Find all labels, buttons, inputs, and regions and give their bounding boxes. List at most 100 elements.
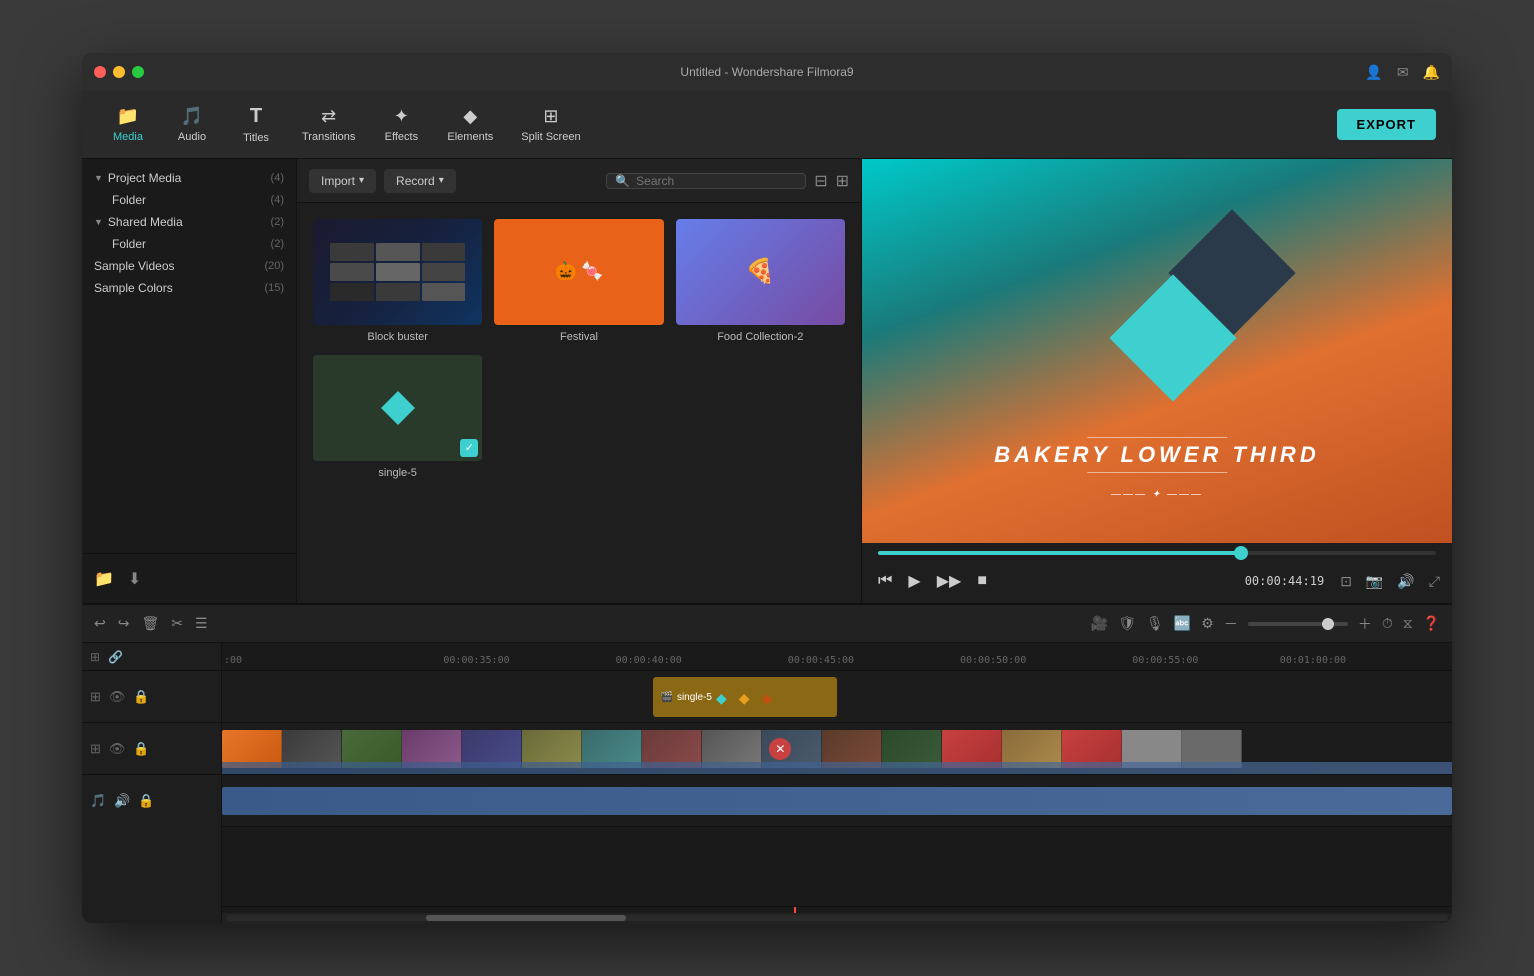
delete-icon[interactable]: 🗑 (141, 615, 159, 632)
transitions-icon: ⇄ (321, 106, 336, 127)
media-browser: Import ▾ Record ▾ 🔍 ⊟ ⊞ (297, 159, 862, 603)
scissors-icon[interactable]: ✂ (171, 615, 183, 632)
tree-item-folder-2[interactable]: Folder (2) (82, 233, 296, 255)
tree-item-project-media[interactable]: ▼ Project Media (4) (82, 167, 296, 189)
toolbar-item-transitions[interactable]: ⇄ Transitions (290, 98, 367, 151)
tree-item-shared-media[interactable]: ▼ Shared Media (2) (82, 211, 296, 233)
duration-icon[interactable]: ⏱ (1382, 615, 1393, 632)
import-arrow: ▾ (359, 175, 364, 186)
shield-icon[interactable]: 🛡 (1118, 615, 1136, 632)
grid-icon[interactable]: ⊞ (836, 171, 849, 191)
search-input[interactable] (636, 174, 797, 188)
toolbar-item-titles[interactable]: T Titles (226, 97, 286, 152)
media-item-blockbuster[interactable]: Block buster (313, 219, 482, 343)
lock-icon[interactable]: 🔒 (133, 689, 149, 705)
play-button[interactable]: ▶ (904, 567, 924, 595)
tree-item-sample-colors[interactable]: Sample Colors (15) (82, 277, 296, 299)
motion-clip-single5[interactable]: 🎬 single-5 ◆ ◆ ◆ (653, 677, 838, 717)
video-track-icon: ⊞ (90, 741, 101, 757)
snap-icon[interactable]: ⊞ (90, 650, 100, 664)
skip-back-button[interactable]: ⏮ (874, 568, 896, 594)
speaker-icon[interactable]: 🔊 (114, 793, 130, 809)
scrollbar-track[interactable] (226, 915, 1448, 921)
zoom-thumb (1322, 618, 1334, 630)
filter-icon[interactable]: ⊟ (814, 171, 827, 191)
minus-icon[interactable]: － (1224, 614, 1238, 634)
chevron-icon: ▼ (94, 217, 103, 227)
audio-track (222, 775, 1452, 827)
fullscreen-icon[interactable]: ⊡ (1340, 573, 1352, 590)
export-button[interactable]: EXPORT (1337, 109, 1436, 140)
track-header-snap: ⊞ 🔗 (82, 643, 221, 671)
mic-icon[interactable]: 🎙 (1146, 615, 1164, 632)
media-toolbar: Import ▾ Record ▾ 🔍 ⊟ ⊞ (297, 159, 861, 203)
captions-icon[interactable]: 🔤 (1174, 615, 1191, 632)
import-icon[interactable]: ⬇ (128, 569, 141, 589)
track-header-motion: ⊞ 👁 🔒 (82, 671, 221, 723)
media-item-food[interactable]: 🍕 Food Collection-2 (676, 219, 845, 343)
minimize-button[interactable] (113, 66, 125, 78)
window-controls[interactable] (94, 66, 144, 78)
link-icon[interactable]: 🔗 (108, 650, 123, 664)
elements-label: Elements (447, 131, 493, 143)
toolbar-item-audio[interactable]: 🎵 Audio (162, 98, 222, 151)
tree-item-folder-1[interactable]: Folder (4) (82, 189, 296, 211)
motion-clip-controls: ◆ ◆ ◆ (716, 690, 772, 707)
plus-icon[interactable]: ＋ (1358, 614, 1372, 634)
transitions-label: Transitions (302, 131, 355, 143)
food-thumb: 🍕 (676, 219, 845, 325)
titles-label: Titles (243, 132, 269, 144)
scrollbar-thumb[interactable] (426, 915, 626, 921)
scrubber-thumb[interactable] (1234, 546, 1248, 560)
elements-icon: ◆ (463, 106, 477, 127)
timeline-content: ⊞ 🔗 ⊞ 👁 🔒 ⊞ 👁 🔒 🎵 🔊 🔒 (82, 643, 1452, 923)
search-box[interactable]: 🔍 (606, 173, 806, 189)
toolbar-item-splitscreen[interactable]: ⊞ Split Screen (509, 98, 592, 151)
stop-button[interactable]: ■ (973, 568, 991, 594)
settings-icon[interactable]: ⚙ (1201, 615, 1214, 632)
food-label: Food Collection-2 (676, 331, 845, 343)
media-tree: ▼ Project Media (4) Folder (4) ▼ Shared … (82, 159, 296, 553)
check-mark: ✓ (460, 439, 478, 457)
ruler-label-55: 00:00:55:00 (1132, 655, 1198, 666)
timeline-scrollbar[interactable] (222, 913, 1452, 923)
toolbar-item-effects[interactable]: ✦ Effects (371, 98, 431, 151)
media-icon: 📁 (117, 106, 139, 127)
record-label: Record (396, 174, 435, 188)
motion-clip-icon: 🎬 (661, 692, 673, 703)
lock2-icon[interactable]: 🔒 (133, 741, 149, 757)
media-item-single5[interactable]: ✓ single-5 (313, 355, 482, 479)
timeline-toolbar: ↩ ↪ 🗑 ✂ ☰ 🎥 🛡 🎙 🔤 ⚙ － ＋ ⏱ ⧖ ❓ (82, 605, 1452, 643)
redo-icon[interactable]: ↪ (118, 615, 130, 632)
keyframe-icon[interactable]: ⧖ (1403, 615, 1413, 632)
eye-icon[interactable]: 👁 (109, 689, 126, 705)
zoom-slider[interactable] (1248, 622, 1348, 626)
play-full-button[interactable]: ▶▶ (933, 567, 966, 595)
scrubber-bar[interactable] (878, 551, 1436, 555)
tree-item-sample-videos[interactable]: Sample Videos (20) (82, 255, 296, 277)
menu-icon[interactable]: ☰ (195, 615, 208, 632)
toolbar-item-media[interactable]: 📁 Media (98, 98, 158, 151)
single5-thumb: ✓ (313, 355, 482, 461)
record-button[interactable]: Record ▾ (384, 169, 456, 193)
close-button[interactable] (94, 66, 106, 78)
expand-icon[interactable]: ⤢ (1429, 573, 1440, 590)
help-icon[interactable]: ❓ (1423, 615, 1440, 632)
video-track: ✕ (222, 723, 1452, 775)
undo-icon[interactable]: ↩ (94, 615, 106, 632)
volume-icon[interactable]: 🔊 (1397, 573, 1414, 590)
scrubber-area[interactable] (862, 543, 1452, 559)
lock3-icon[interactable]: 🔒 (138, 793, 154, 809)
import-button[interactable]: Import ▾ (309, 169, 376, 193)
camera-timeline-icon[interactable]: 🎥 (1091, 615, 1108, 632)
maximize-button[interactable] (132, 66, 144, 78)
splitscreen-label: Split Screen (521, 131, 580, 143)
eye2-icon[interactable]: 👁 (109, 741, 126, 757)
camera-icon[interactable]: 📷 (1366, 573, 1383, 590)
motion-clip-label: single-5 (677, 692, 712, 703)
tree-label: Folder (112, 237, 146, 251)
toolbar-item-elements[interactable]: ◆ Elements (435, 98, 505, 151)
preview-background: BAKERY LOWER THIRD ——— ✦ ——— (862, 159, 1452, 543)
add-folder-icon[interactable]: 📁 (94, 569, 114, 589)
media-item-festival[interactable]: 🎃 🍬 Festival (494, 219, 663, 343)
